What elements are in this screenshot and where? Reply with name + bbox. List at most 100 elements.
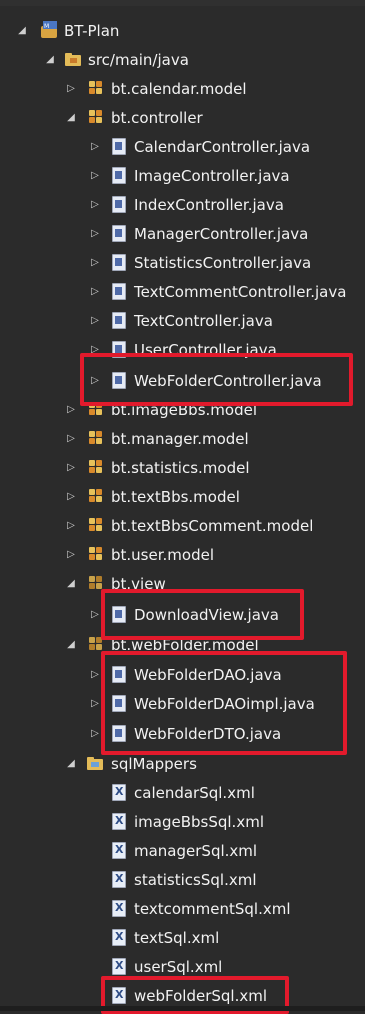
tree-label: bt.statistics.model <box>111 458 250 477</box>
xml-file-icon <box>112 813 126 830</box>
tree-label: calendarSql.xml <box>134 783 255 802</box>
expand-arrow-icon[interactable]: ◢ <box>17 25 27 36</box>
collapse-arrow-icon[interactable]: ▷ <box>66 549 76 560</box>
highlight-box-webfolder-model-files <box>101 651 347 755</box>
tree-node-xml-file[interactable]: textSql.xml <box>0 923 365 952</box>
collapse-arrow-icon[interactable]: ▷ <box>66 491 76 502</box>
xml-file-icon <box>112 871 126 888</box>
tree-node-src-main-java[interactable]: ◢ src/main/java <box>0 45 365 74</box>
collapse-arrow-icon[interactable]: ▷ <box>66 433 76 444</box>
package-icon <box>89 81 103 95</box>
tree-label: textcommentSql.xml <box>134 899 291 918</box>
tree-label: CalendarController.java <box>134 137 311 156</box>
collapse-arrow-icon[interactable]: ▷ <box>90 170 100 181</box>
java-file-icon <box>112 312 126 329</box>
tree-label: src/main/java <box>88 50 189 69</box>
collapse-arrow-icon[interactable]: ▷ <box>90 669 100 680</box>
tree-node-xml-file[interactable]: managerSql.xml <box>0 836 365 865</box>
xml-file-icon <box>112 842 126 859</box>
tree-label: bt.textBbsComment.model <box>111 516 314 535</box>
collapse-arrow-icon[interactable]: ▷ <box>90 286 100 297</box>
tree-label: textSql.xml <box>134 928 220 947</box>
tree-node-xml-file[interactable]: textcommentSql.xml <box>0 894 365 923</box>
collapse-arrow-icon[interactable]: ▷ <box>66 404 76 415</box>
java-file-icon <box>112 167 126 184</box>
package-icon <box>89 576 103 590</box>
tree-node-java-file[interactable]: ▷ TextCommentController.java <box>0 277 365 306</box>
tree-node-package[interactable]: ▷ bt.textBbs.model <box>0 482 365 511</box>
tree-node-package[interactable]: ▷ bt.user.model <box>0 540 365 569</box>
java-file-icon <box>112 283 126 300</box>
tree-label: TextController.java <box>134 311 273 330</box>
collapse-arrow-icon[interactable]: ▷ <box>90 609 100 620</box>
xml-file-icon <box>112 958 126 975</box>
collapse-arrow-icon[interactable]: ▷ <box>90 698 100 709</box>
package-icon <box>89 518 103 532</box>
expand-arrow-icon[interactable]: ◢ <box>66 758 76 769</box>
tree-label: StatisticsController.java <box>134 253 312 272</box>
tree-label: sqlMappers <box>111 754 197 773</box>
java-file-icon <box>112 225 126 242</box>
project-icon: M <box>39 20 61 40</box>
tree-node-java-file[interactable]: ▷ IndexController.java <box>0 190 365 219</box>
collapse-arrow-icon[interactable]: ▷ <box>66 83 76 94</box>
tree-label: bt.user.model <box>111 545 214 564</box>
java-file-icon <box>112 254 126 271</box>
collapse-arrow-icon[interactable]: ▷ <box>66 520 76 531</box>
package-icon <box>89 489 103 503</box>
tree-node-bt-plan[interactable]: ◢ M BT-Plan <box>0 16 365 45</box>
package-icon <box>89 110 103 124</box>
tree-label: ManagerController.java <box>134 224 309 243</box>
top-strip <box>0 0 365 6</box>
java-file-icon <box>112 196 126 213</box>
project-explorer-tree: ◢ M BT-Plan ◢ src/main/java ▷ bt.calenda… <box>0 0 365 1014</box>
tree-node-java-file[interactable]: ▷ StatisticsController.java <box>0 248 365 277</box>
expand-arrow-icon[interactable]: ◢ <box>66 578 76 589</box>
tree-node-xml-file[interactable]: calendarSql.xml <box>0 778 365 807</box>
expand-arrow-icon[interactable]: ◢ <box>66 112 76 123</box>
tree-node-java-file[interactable]: ▷ CalendarController.java <box>0 132 365 161</box>
tree-node-java-file[interactable]: ▷ ImageController.java <box>0 161 365 190</box>
tree-label: bt.calendar.model <box>111 79 247 98</box>
java-file-icon <box>112 138 126 155</box>
highlight-box-downloadview <box>101 589 304 640</box>
tree-label: bt.controller <box>111 108 203 127</box>
bottom-strip <box>0 1006 365 1011</box>
tree-node-package[interactable]: ▷ bt.calendar.model <box>0 74 365 103</box>
tree-node-package[interactable]: ▷ bt.statistics.model <box>0 453 365 482</box>
collapse-arrow-icon[interactable]: ▷ <box>66 462 76 473</box>
expand-arrow-icon[interactable]: ◢ <box>66 639 76 650</box>
tree-label: userSql.xml <box>134 957 223 976</box>
xml-file-icon <box>112 900 126 917</box>
collapse-arrow-icon[interactable]: ▷ <box>90 141 100 152</box>
xml-file-icon <box>112 929 126 946</box>
tree-node-package[interactable]: ▷ bt.textBbsComment.model <box>0 511 365 540</box>
svg-text:M: M <box>44 23 49 30</box>
collapse-arrow-icon[interactable]: ▷ <box>90 228 100 239</box>
collapse-arrow-icon[interactable]: ▷ <box>90 257 100 268</box>
tree-node-package[interactable]: ◢ bt.controller <box>0 103 365 132</box>
tree-label: bt.textBbs.model <box>111 487 240 506</box>
expand-arrow-icon[interactable]: ◢ <box>45 54 55 65</box>
tree-node-java-file[interactable]: ▷ ManagerController.java <box>0 219 365 248</box>
tree-label: managerSql.xml <box>134 841 258 860</box>
xml-file-icon <box>112 784 126 801</box>
tree-label: BT-Plan <box>64 21 120 40</box>
tree-label: statisticsSql.xml <box>134 870 257 889</box>
package-icon <box>89 460 103 474</box>
tree-label: IndexController.java <box>134 195 284 214</box>
package-icon <box>89 431 103 445</box>
tree-node-xml-file[interactable]: statisticsSql.xml <box>0 865 365 894</box>
tree-label: ImageController.java <box>134 166 290 185</box>
package-icon <box>89 547 103 561</box>
collapse-arrow-icon[interactable]: ▷ <box>90 315 100 326</box>
source-folder-icon <box>64 51 82 67</box>
tree-label: bt.manager.model <box>111 429 249 448</box>
collapse-arrow-icon[interactable]: ▷ <box>90 199 100 210</box>
tree-label: TextCommentController.java <box>134 282 347 301</box>
tree-node-package[interactable]: ▷ bt.manager.model <box>0 424 365 453</box>
tree-node-java-file[interactable]: ▷ TextController.java <box>0 306 365 335</box>
collapse-arrow-icon[interactable]: ▷ <box>90 728 100 739</box>
folder-icon <box>86 755 104 771</box>
tree-node-xml-file[interactable]: imageBbsSql.xml <box>0 807 365 836</box>
